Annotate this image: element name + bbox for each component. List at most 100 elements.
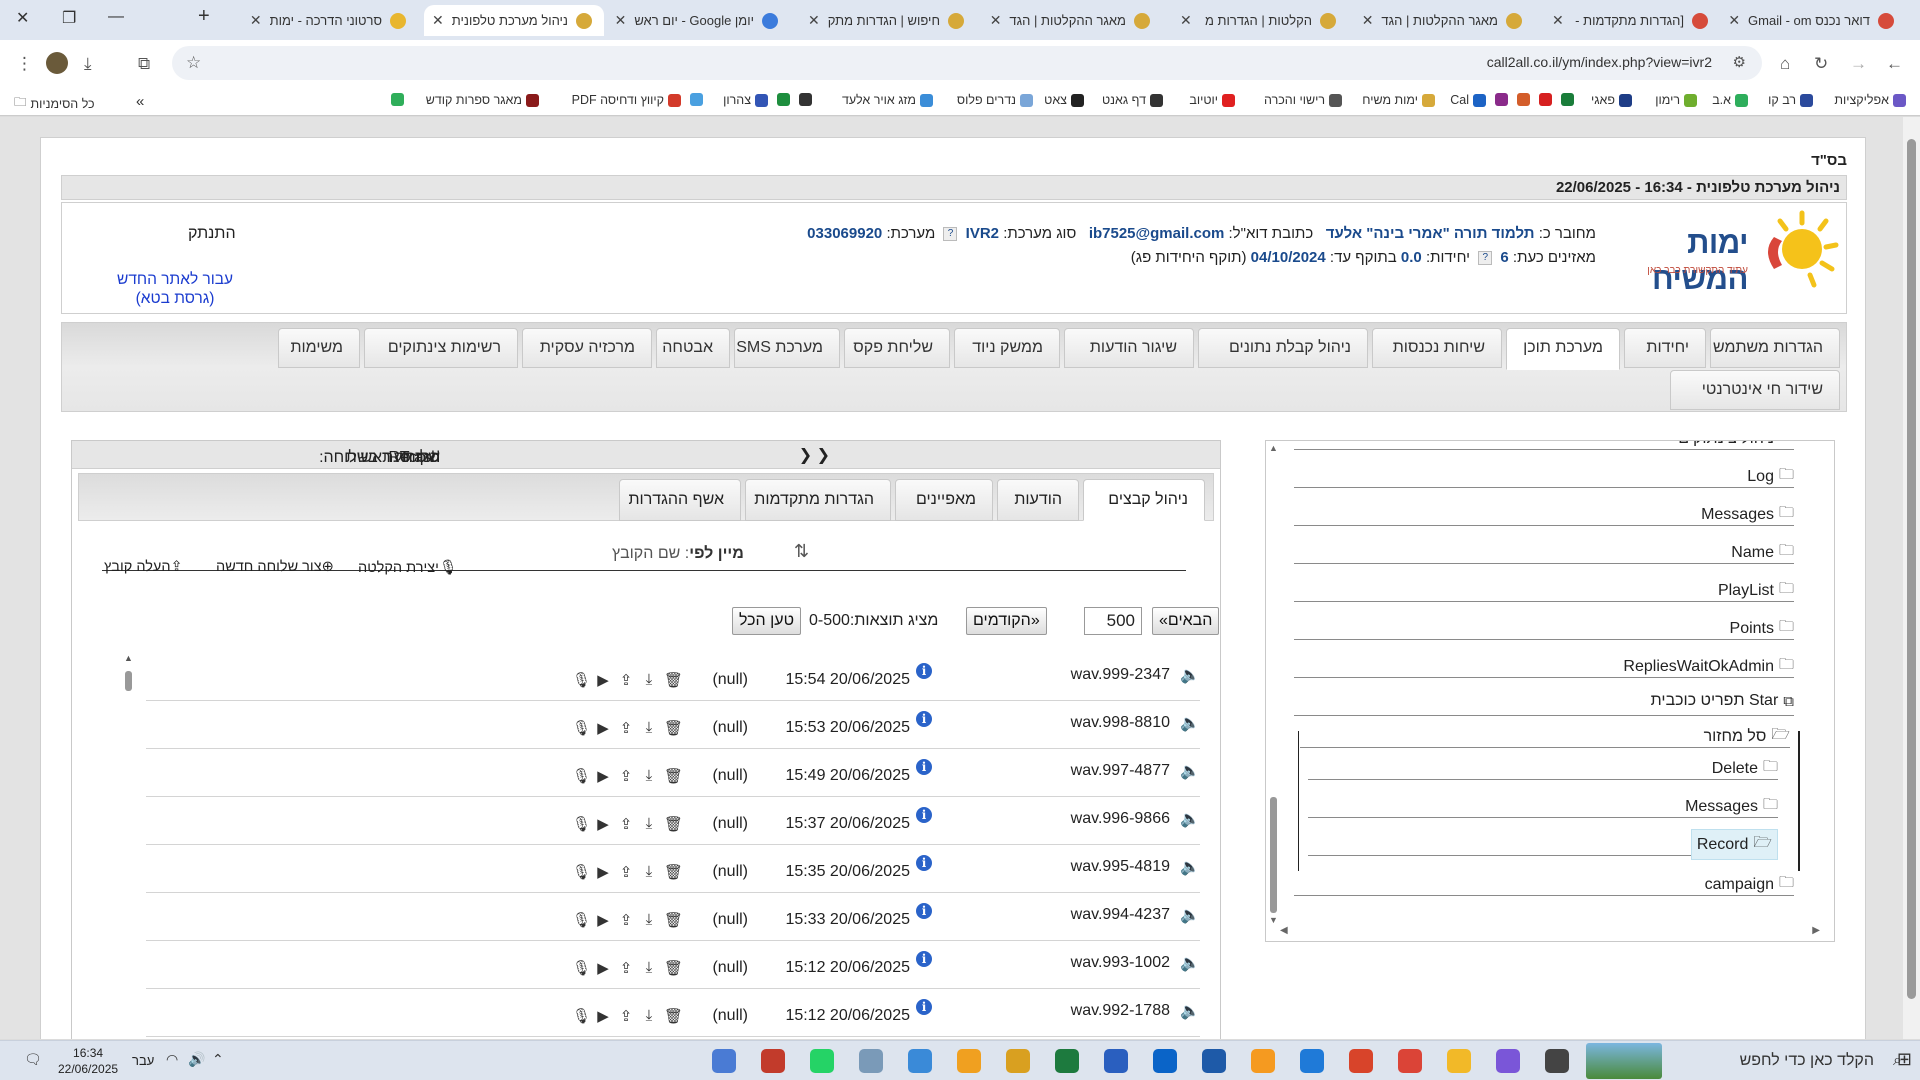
tree-item[interactable]: 🗀 Messages bbox=[1294, 489, 1794, 526]
new-tab-icon[interactable]: + bbox=[198, 5, 210, 28]
microphone-icon[interactable]: 🎙 bbox=[572, 959, 591, 977]
upload-icon[interactable]: ⇪ bbox=[618, 1007, 634, 1025]
tab-close-icon[interactable]: ✕ bbox=[990, 12, 1010, 29]
tree-scrollbar[interactable]: ▲ ▼ bbox=[1268, 443, 1280, 925]
taskbar-app-icon[interactable] bbox=[908, 1049, 932, 1073]
bookmark-item[interactable]: צהרון bbox=[723, 93, 768, 107]
tree-horizontal-scrollbar[interactable]: ◀ ▶ bbox=[1280, 925, 1820, 939]
scroll-thumb[interactable] bbox=[1270, 797, 1277, 913]
create-recording-button[interactable]: 🎙יצירת הקלטה bbox=[358, 559, 457, 576]
upload-icon[interactable]: ⇪ bbox=[618, 719, 634, 737]
info-icon[interactable]: i bbox=[916, 903, 932, 919]
content-sub-tab[interactable]: ניהול קבצים bbox=[1083, 479, 1205, 521]
taskbar-app-icon[interactable] bbox=[712, 1049, 736, 1073]
tab-close-icon[interactable]: ✕ bbox=[1362, 12, 1382, 29]
bookmark-item[interactable]: פאגי bbox=[1591, 93, 1632, 107]
download-icon[interactable]: ⤓ bbox=[641, 863, 657, 881]
create-extension-button[interactable]: ⊕צור שלוחה חדשה bbox=[216, 559, 334, 575]
trash-icon[interactable]: 🗑 bbox=[664, 719, 683, 737]
taskbar-app-icon[interactable] bbox=[1349, 1049, 1373, 1073]
browser-tab[interactable]: סרטוני הדרכה - ימות ✕ bbox=[238, 5, 418, 36]
browser-tab[interactable]: הקלטות | הגדרות מ ✕ bbox=[1168, 5, 1348, 36]
browser-tab[interactable]: דואר נכנס Gmail - om ✕ bbox=[1726, 5, 1906, 36]
play-icon[interactable]: ▶ bbox=[595, 671, 611, 689]
bookmark-item[interactable]: ימות משיח bbox=[1362, 93, 1435, 107]
upload-icon[interactable]: ⇪ bbox=[618, 671, 634, 689]
file-name[interactable]: wav.992-1788 bbox=[1071, 1002, 1170, 1020]
bookmark-item[interactable] bbox=[1557, 93, 1574, 106]
content-sub-tab[interactable]: הודעות bbox=[997, 479, 1079, 521]
taskbar-app-icon[interactable] bbox=[810, 1049, 834, 1073]
info-icon[interactable]: i bbox=[916, 951, 932, 967]
play-icon[interactable]: ▶ bbox=[595, 719, 611, 737]
chevron-up-icon[interactable]: ⌃ bbox=[212, 1051, 224, 1068]
file-list-scrollbar[interactable]: ▲ ▼ bbox=[122, 653, 134, 1039]
upload-icon[interactable]: ⇪ bbox=[618, 959, 634, 977]
bookmark-item[interactable]: יוטיוב bbox=[1189, 93, 1235, 107]
load-all-button[interactable]: טען הכל bbox=[732, 607, 802, 635]
tab-close-icon[interactable]: ✕ bbox=[1552, 12, 1572, 29]
scroll-thumb[interactable] bbox=[1907, 139, 1916, 999]
download-icon[interactable]: ⤓ bbox=[641, 1007, 657, 1025]
more-bookmarks-chevron-icon[interactable]: » bbox=[136, 93, 144, 110]
taskbar-search-input[interactable]: ⌕ הקלד כאן כדי לחפש bbox=[1648, 1046, 1908, 1076]
microphone-icon[interactable]: 🎙 bbox=[572, 863, 591, 881]
taskbar-app-icon[interactable] bbox=[1398, 1049, 1422, 1073]
forward-icon[interactable]: → bbox=[1850, 54, 1867, 74]
browser-tab[interactable]: חיפוש | הגדרות מתק ✕ bbox=[796, 5, 976, 36]
site-settings-icon[interactable]: ⚙ bbox=[1733, 53, 1746, 71]
scroll-up-icon[interactable]: ▲ bbox=[1269, 443, 1278, 453]
play-icon[interactable]: ▶ bbox=[595, 959, 611, 977]
bookmark-item[interactable] bbox=[773, 93, 790, 106]
nav-tab[interactable]: אבטחה bbox=[656, 328, 730, 368]
help-icon[interactable]: ? bbox=[1478, 251, 1493, 266]
info-icon[interactable]: i bbox=[916, 807, 932, 823]
bookmark-item[interactable]: Cal bbox=[1450, 93, 1486, 107]
upload-file-button[interactable]: ⇪העלה קובץ bbox=[104, 559, 183, 575]
content-sub-tab[interactable]: מאפיינים bbox=[895, 479, 993, 521]
file-name[interactable]: wav.998-8810 bbox=[1071, 714, 1170, 732]
wifi-icon[interactable]: ◠ bbox=[166, 1051, 178, 1068]
home-icon[interactable]: ⌂ bbox=[1780, 54, 1790, 74]
play-icon[interactable]: ▶ bbox=[595, 911, 611, 929]
bookmark-item[interactable] bbox=[795, 93, 812, 106]
taskbar-app-icon[interactable] bbox=[1447, 1049, 1471, 1073]
upload-icon[interactable]: ⇪ bbox=[618, 815, 634, 833]
file-name[interactable]: wav.993-1002 bbox=[1071, 954, 1170, 972]
restore-window-icon[interactable]: ❐ bbox=[62, 8, 76, 28]
taskbar-app-icon[interactable] bbox=[1300, 1049, 1324, 1073]
bookmark-item[interactable] bbox=[1513, 93, 1530, 106]
trash-icon[interactable]: 🗑 bbox=[664, 815, 683, 833]
play-icon[interactable]: ▶ bbox=[595, 863, 611, 881]
tab-close-icon[interactable]: ✕ bbox=[808, 12, 828, 29]
download-icon[interactable]: ⤓ bbox=[641, 959, 657, 977]
tree-item[interactable]: 🗀 Name bbox=[1294, 527, 1794, 564]
url-text[interactable]: call2all.co.il/ym/index.php?view=ivr2 bbox=[1487, 54, 1712, 70]
notification-icon[interactable]: 🗨 bbox=[24, 1051, 42, 1068]
file-name[interactable]: wav.994-4237 bbox=[1071, 906, 1170, 924]
bookmark-item[interactable] bbox=[387, 93, 404, 106]
page-size-input[interactable]: 500 bbox=[1084, 607, 1142, 635]
play-icon[interactable]: ▶ bbox=[595, 815, 611, 833]
bookmark-item[interactable]: א.ב bbox=[1712, 93, 1748, 107]
microphone-icon[interactable]: 🎙 bbox=[572, 767, 591, 785]
bookmark-item[interactable]: מאגר ספרות קודש bbox=[426, 93, 539, 107]
trash-icon[interactable]: 🗑 bbox=[664, 911, 683, 929]
microphone-icon[interactable]: 🎙 bbox=[572, 1007, 591, 1025]
scroll-right-icon[interactable]: ▶ bbox=[1812, 925, 1820, 936]
play-speaker-icon[interactable]: 🔈 bbox=[1180, 713, 1200, 733]
nav-tab[interactable]: הגדרות משתמש bbox=[1710, 328, 1840, 368]
scroll-thumb[interactable] bbox=[125, 671, 132, 691]
tree-item[interactable]: 🗀 PlayList bbox=[1294, 565, 1794, 602]
minimize-window-icon[interactable]: — bbox=[108, 8, 124, 26]
tree-item[interactable]: 🗀 Messages bbox=[1308, 781, 1778, 818]
download-icon[interactable]: ⤓ bbox=[641, 911, 657, 929]
nav-tab[interactable]: משימות bbox=[278, 328, 360, 368]
nav-tab[interactable]: שיחות נכנסות bbox=[1372, 328, 1502, 368]
taskbar-app-icon[interactable] bbox=[1104, 1049, 1128, 1073]
taskbar-app-icon[interactable] bbox=[1202, 1049, 1226, 1073]
browser-tab[interactable]: מאגר ההקלטות | הגד ✕ bbox=[1354, 5, 1534, 36]
download-icon[interactable]: ⤓ bbox=[641, 767, 657, 785]
trash-icon[interactable]: 🗑 bbox=[664, 671, 683, 689]
bookmark-item[interactable]: מזג אויר אלעד bbox=[842, 93, 933, 107]
